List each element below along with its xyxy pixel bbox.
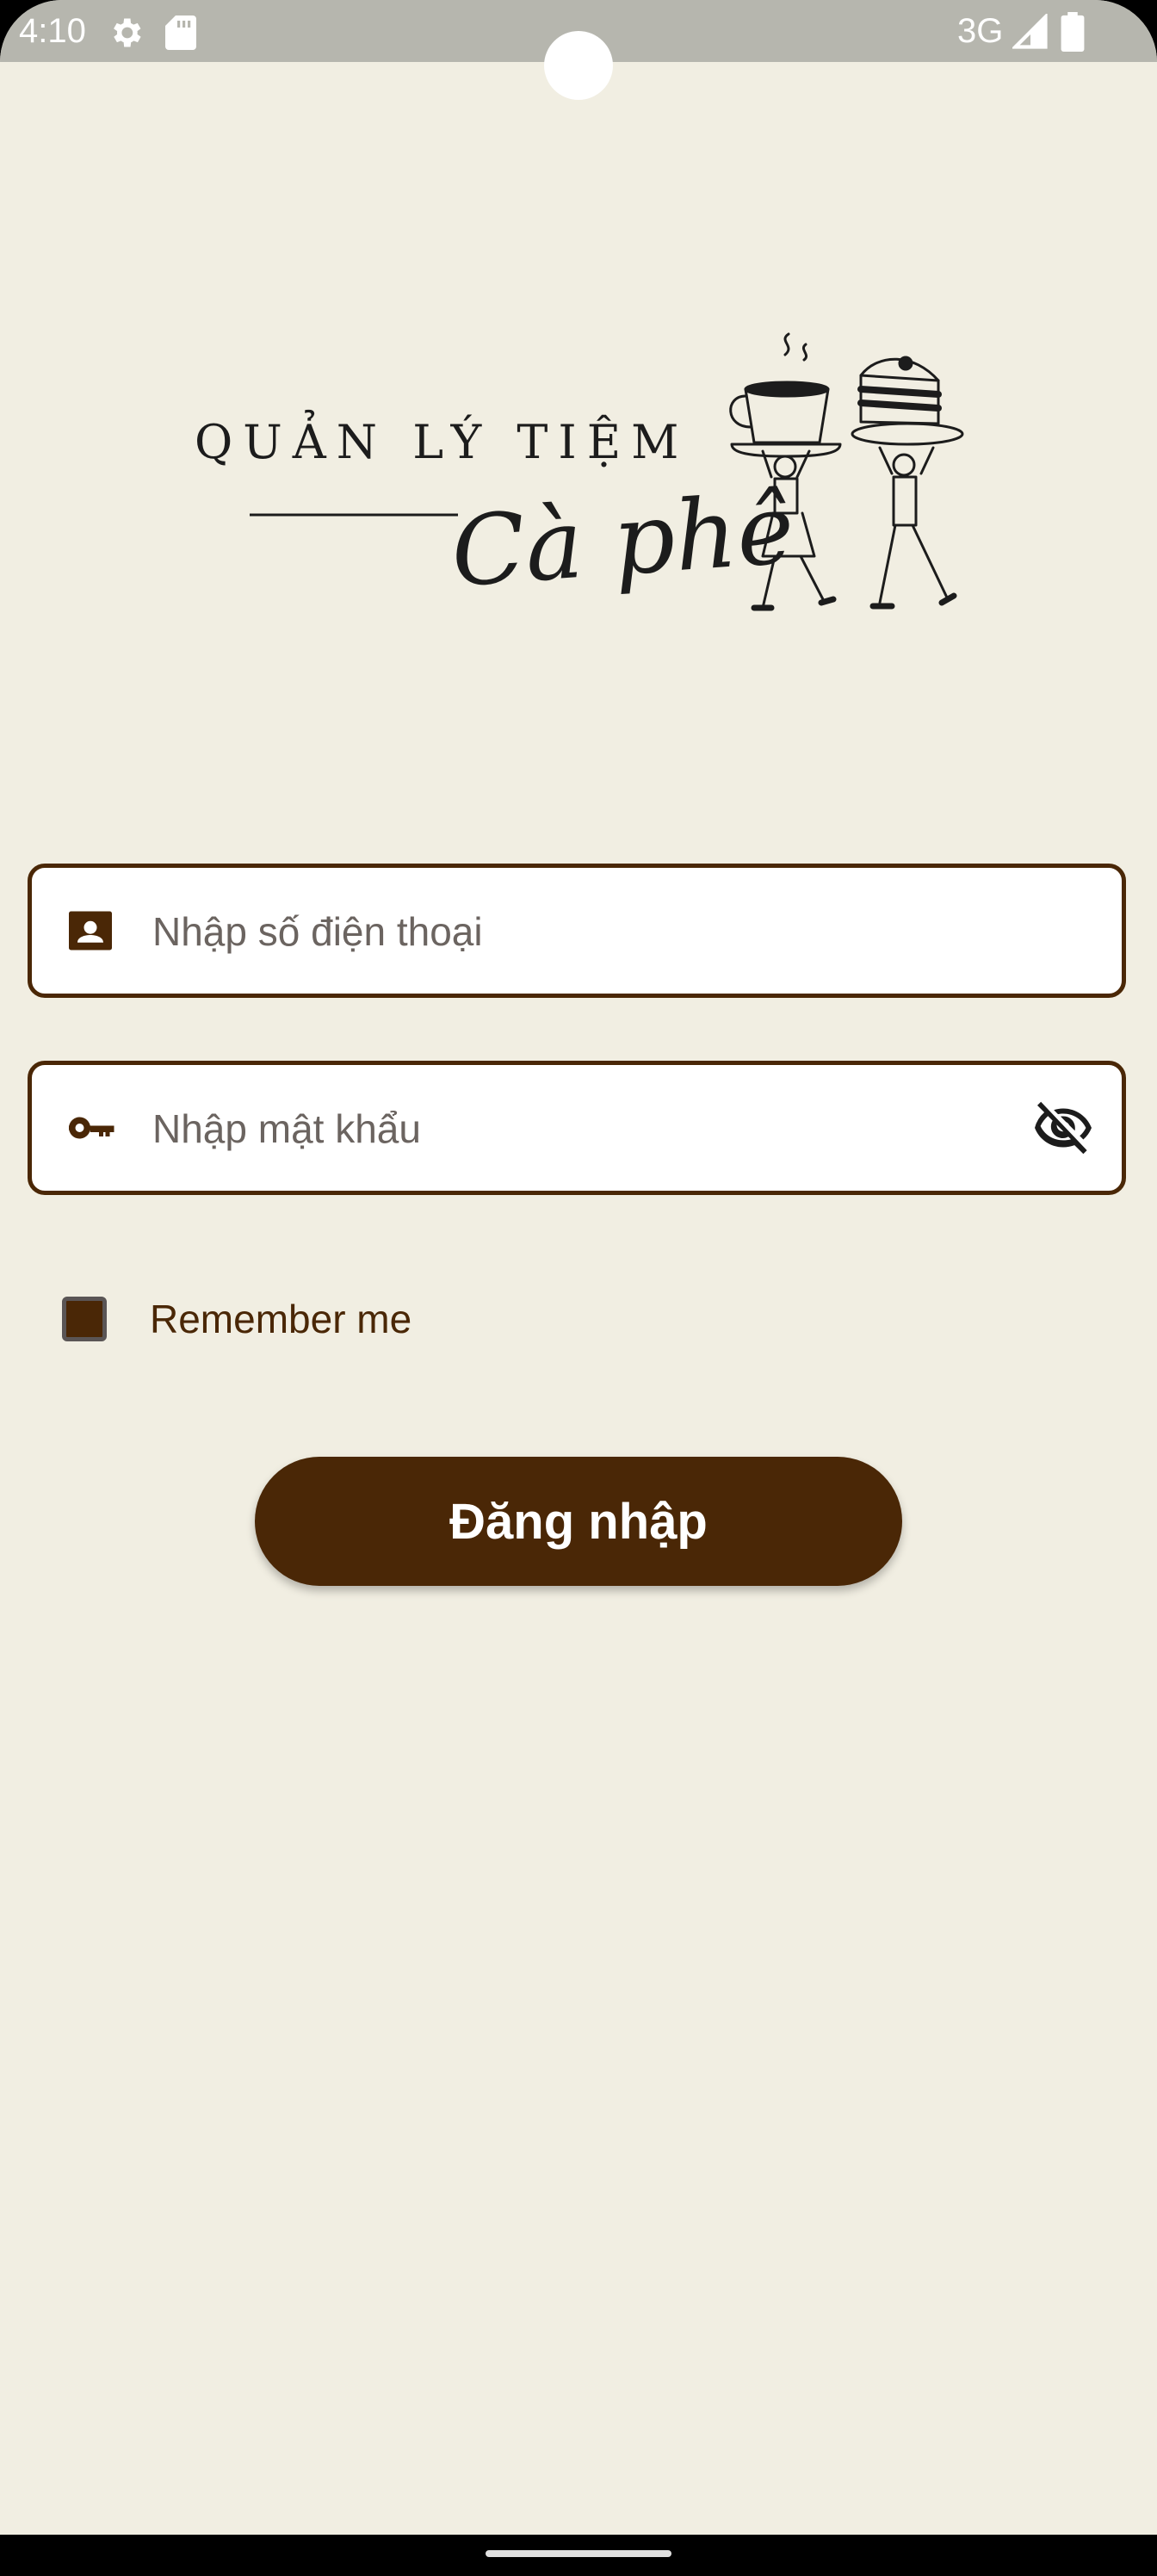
logo-title-line2: Cà phê [448,474,797,609]
home-indicator[interactable] [486,2550,671,2557]
phone-field[interactable] [28,864,1126,998]
remember-label: Remember me [150,1297,412,1341]
login-button[interactable]: Đăng nhập [255,1457,902,1586]
network-type: 3G [957,12,1004,50]
password-input[interactable] [151,1065,1015,1192]
app-logo: QUẢN LÝ TIỆM Cà phê [195,332,964,611]
navigation-bar [0,2535,1157,2576]
visibility-off-icon[interactable] [1032,1097,1094,1159]
phone-input[interactable] [151,868,1015,995]
gear-icon [114,18,141,47]
remember-me[interactable]: Remember me [62,1291,411,1347]
sd-card-icon [165,15,196,50]
battery-icon [1061,12,1085,52]
key-icon [69,1117,114,1139]
app-screen: 4:10 3G QUẢN LÝ TIỆM Cà phê Nhập số điện… [0,0,1157,2576]
password-field[interactable] [28,1061,1126,1195]
contact-card-icon [69,911,112,951]
front-camera [544,31,613,100]
remember-checkbox[interactable] [62,1297,107,1341]
status-time: 4:10 [19,12,86,50]
signal-icon [1012,14,1048,49]
logo-title-line1: QUẢN LÝ TIỆM [195,409,689,469]
